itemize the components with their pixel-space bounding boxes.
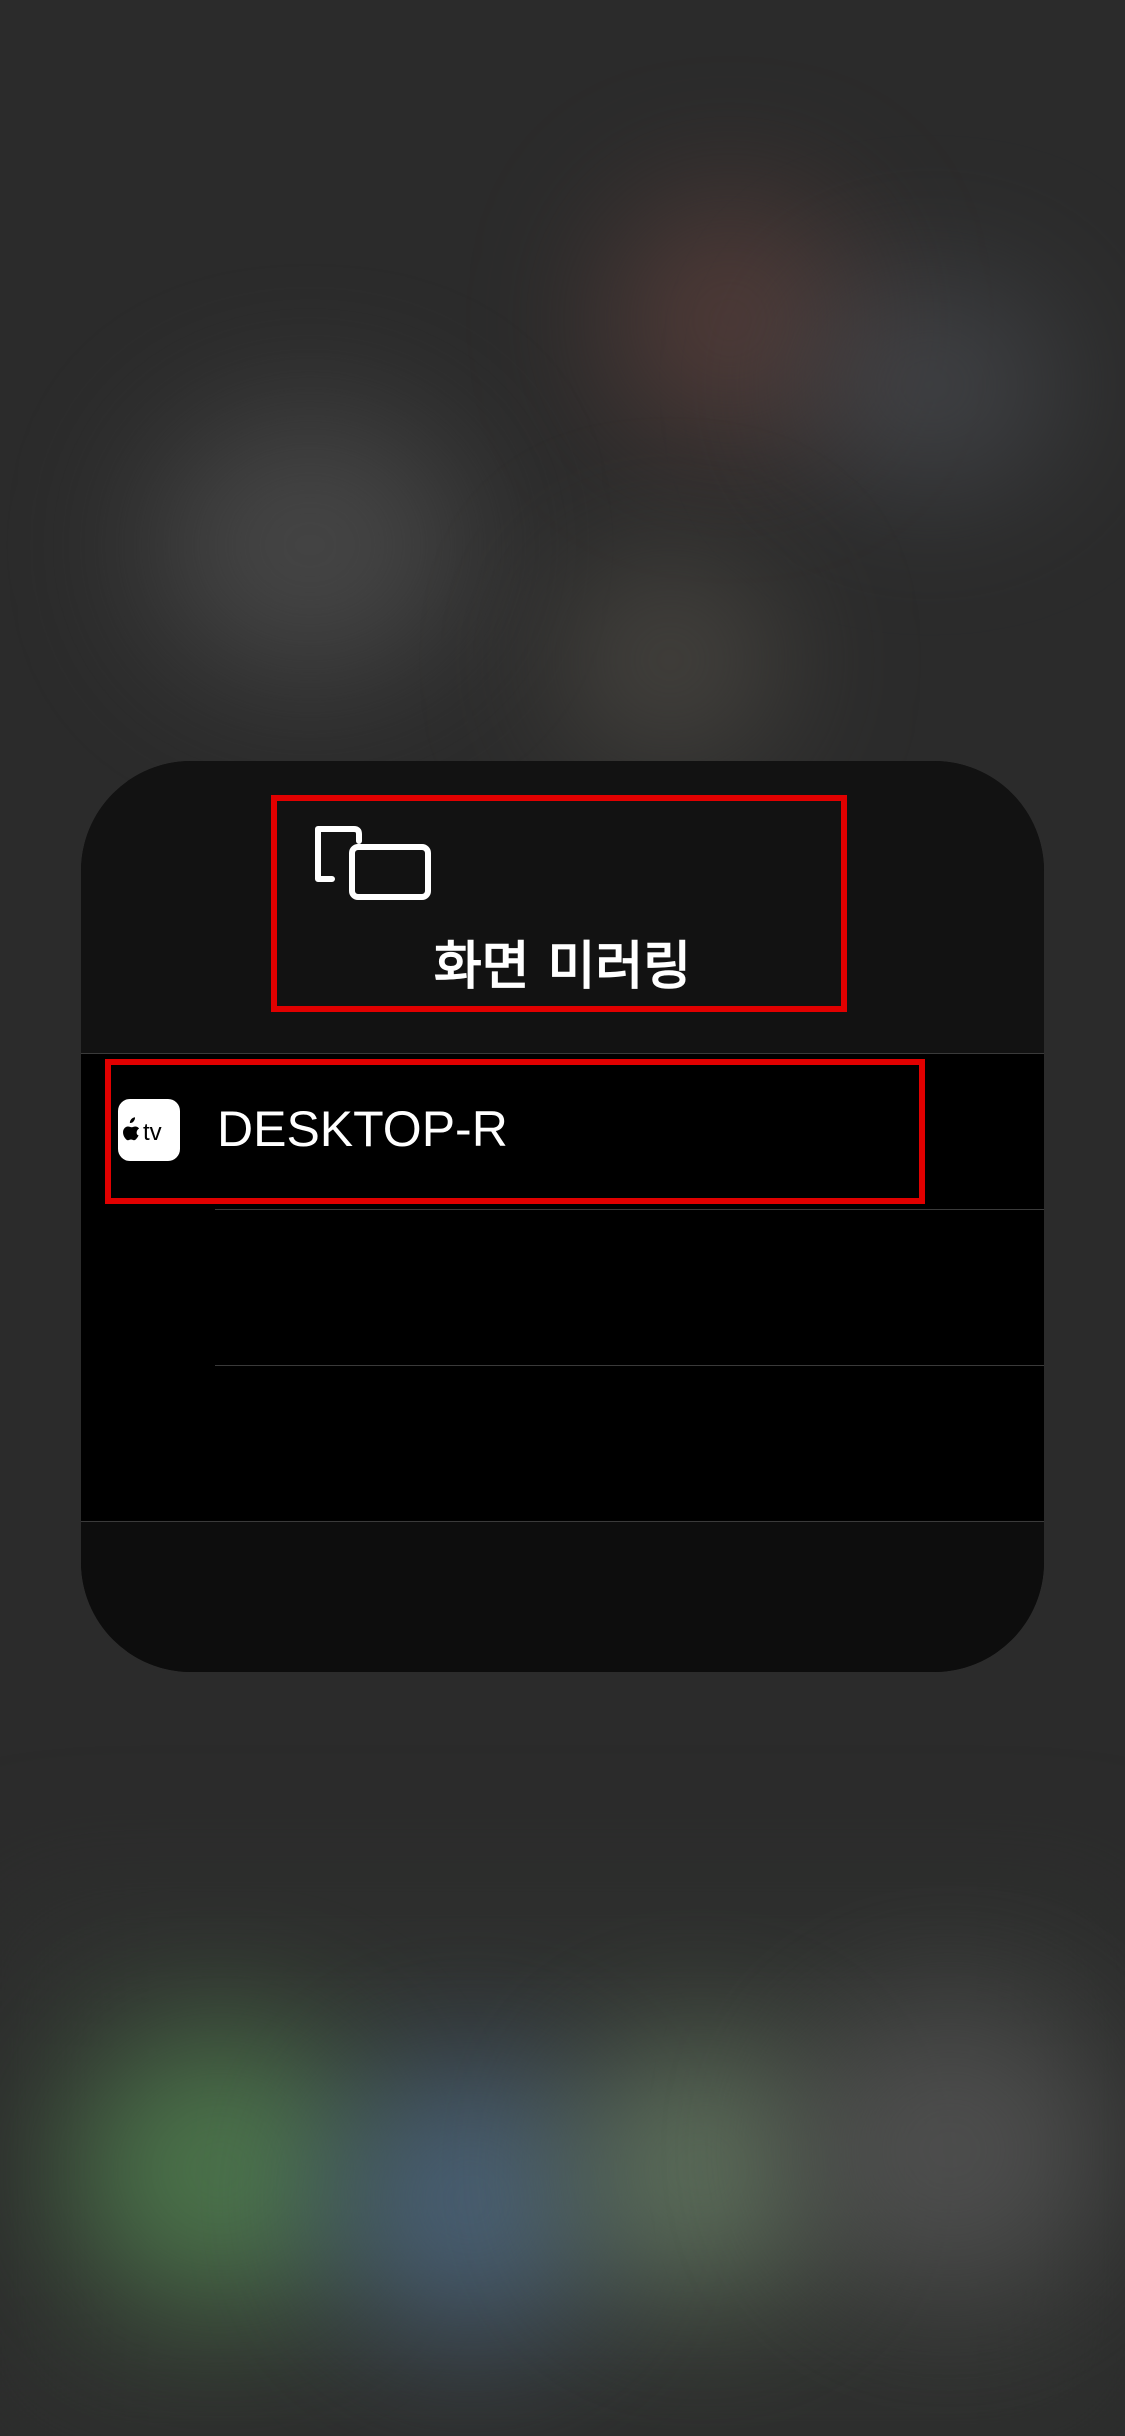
background-blur bbox=[150, 410, 470, 680]
svg-text:tv: tv bbox=[143, 1119, 162, 1145]
panel-header: 화면 미러링 bbox=[81, 761, 1044, 1054]
panel-footer bbox=[81, 1522, 1044, 1672]
panel-title: 화면 미러링 bbox=[433, 937, 692, 997]
background-blur bbox=[330, 2060, 610, 2340]
device-label: DESKTOP-R bbox=[217, 1101, 508, 1157]
apple-tv-icon: tv bbox=[118, 1099, 180, 1161]
background-blur bbox=[70, 2030, 370, 2310]
device-row-empty bbox=[81, 1210, 1044, 1366]
background-blur bbox=[560, 560, 780, 760]
device-row[interactable]: tv DESKTOP-R bbox=[81, 1054, 1044, 1210]
background-blur bbox=[790, 2000, 1110, 2300]
device-list: tv DESKTOP-R bbox=[81, 1054, 1044, 1522]
screen-mirroring-panel: 화면 미러링 tv DESKTOP-R bbox=[81, 761, 1044, 1672]
screen-mirroring-screen: 화면 미러링 tv DESKTOP-R bbox=[0, 0, 1125, 2436]
device-row-empty bbox=[81, 1366, 1044, 1522]
background-blur bbox=[800, 280, 1060, 490]
screen-mirroring-icon bbox=[315, 826, 431, 900]
